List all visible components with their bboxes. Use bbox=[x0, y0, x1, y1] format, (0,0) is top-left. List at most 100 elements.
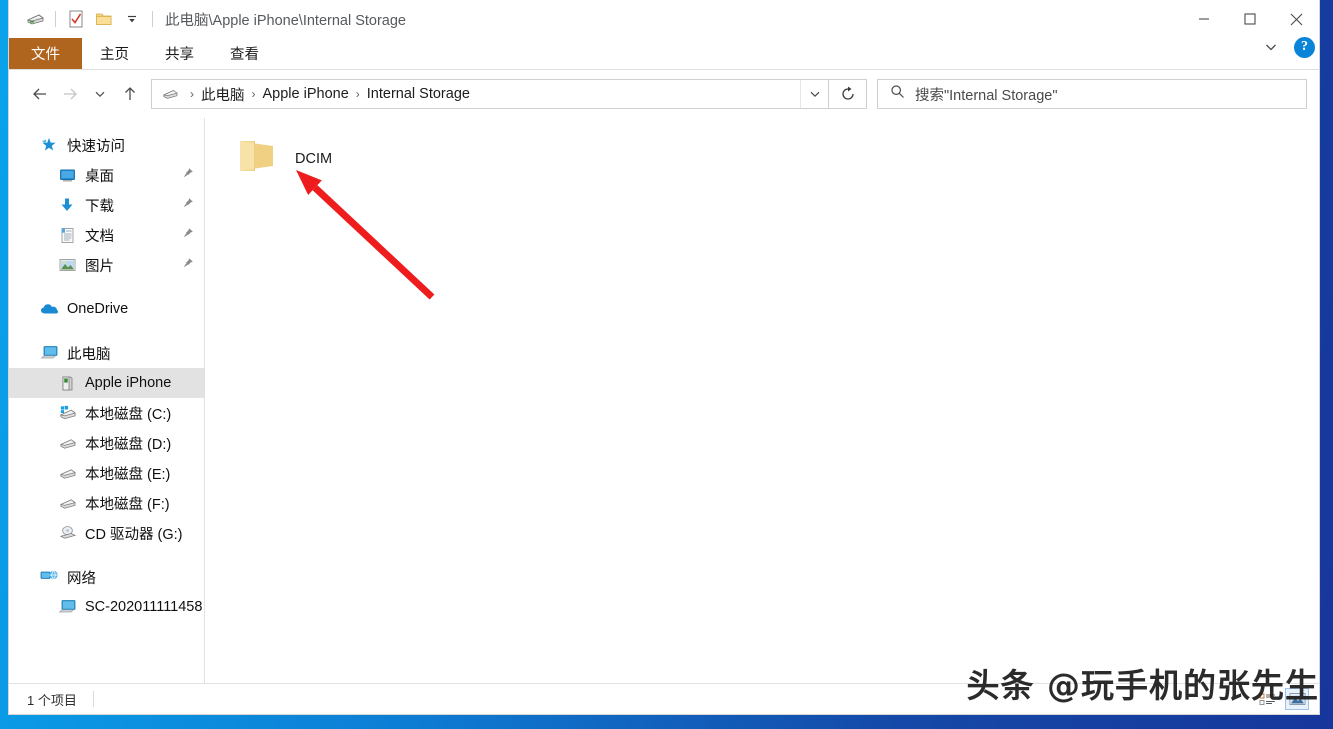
search-box[interactable]: 搜索"Internal Storage" bbox=[877, 79, 1307, 109]
sidebar-item-local-disk-c[interactable]: 本地磁盘 (C:) bbox=[9, 398, 204, 428]
this-pc-icon bbox=[39, 343, 59, 363]
sidebar-label: 此电脑 bbox=[67, 346, 111, 363]
item-count-label: 1 个项目 bbox=[27, 692, 77, 708]
search-input[interactable]: 搜索"Internal Storage" bbox=[915, 84, 1057, 105]
sidebar-item-onedrive[interactable]: OneDrive bbox=[9, 294, 204, 324]
drive-icon bbox=[57, 433, 77, 453]
recent-locations-icon[interactable] bbox=[85, 79, 115, 109]
pin-icon[interactable] bbox=[182, 167, 194, 183]
title-bar: 此电脑\Apple iPhone\Internal Storage bbox=[9, 0, 1319, 38]
pin-icon[interactable] bbox=[182, 257, 194, 273]
tab-share[interactable]: 共享 bbox=[147, 38, 212, 69]
file-explorer-window: 此电脑\Apple iPhone\Internal Storage 文件 主页 … bbox=[9, 0, 1319, 714]
sidebar-item-documents[interactable]: 文档 bbox=[9, 220, 204, 250]
forward-button[interactable] bbox=[55, 79, 85, 109]
qat-separator-2 bbox=[152, 11, 153, 27]
sidebar-label: 图片 bbox=[85, 258, 114, 275]
desktop-icon bbox=[57, 165, 77, 185]
large-icons-view-icon[interactable] bbox=[1285, 688, 1309, 710]
drive-icon bbox=[57, 493, 77, 513]
breadcrumb-item-apple-iphone[interactable]: Apple iPhone bbox=[258, 84, 354, 104]
tab-home[interactable]: 主页 bbox=[82, 38, 147, 69]
onedrive-cloud-icon bbox=[39, 299, 59, 319]
documents-icon bbox=[57, 225, 77, 245]
sidebar-label: 本地磁盘 (C:) bbox=[85, 406, 172, 423]
network-icon bbox=[39, 567, 59, 587]
sidebar-label: 下载 bbox=[85, 198, 114, 215]
pin-icon[interactable] bbox=[182, 197, 194, 213]
sidebar-item-desktop[interactable]: 桌面 bbox=[9, 160, 204, 190]
sidebar-item-local-disk-f[interactable]: 本地磁盘 (F:) bbox=[9, 488, 204, 518]
sidebar-label: 本地磁盘 (F:) bbox=[85, 496, 170, 513]
breadcrumb-item-this-pc[interactable]: 此电脑 bbox=[196, 82, 250, 107]
sidebar-item-cd-drive-g[interactable]: CD 驱动器 (G:) bbox=[9, 518, 204, 548]
navigation-pane[interactable]: 快速访问 桌面 下载 文档 图片 OneDrive 此电脑 Apple iPho… bbox=[9, 118, 205, 683]
folder-icon bbox=[237, 138, 279, 179]
details-view-icon[interactable] bbox=[1255, 688, 1279, 710]
chevron-down-icon[interactable] bbox=[1258, 34, 1284, 60]
breadcrumb-separator[interactable]: › bbox=[354, 87, 362, 101]
pin-icon[interactable] bbox=[182, 227, 194, 243]
sidebar-item-apple-iphone[interactable]: Apple iPhone bbox=[9, 368, 204, 398]
list-item-label: DCIM bbox=[295, 150, 333, 167]
sidebar-label: 本地磁盘 (E:) bbox=[85, 466, 171, 483]
help-button[interactable]: ? bbox=[1294, 36, 1315, 58]
breadcrumb-drive-icon bbox=[160, 84, 180, 104]
tab-file[interactable]: 文件 bbox=[9, 38, 82, 69]
sidebar-item-network-computer[interactable]: SC-202011111458 bbox=[9, 592, 204, 622]
sidebar-label: Apple iPhone bbox=[85, 375, 172, 391]
sidebar-label: 快速访问 bbox=[67, 138, 125, 155]
minimize-button[interactable] bbox=[1181, 0, 1227, 38]
download-icon bbox=[57, 195, 77, 215]
computer-icon bbox=[57, 597, 77, 617]
cd-drive-icon bbox=[57, 523, 77, 543]
breadcrumb-separator[interactable]: › bbox=[188, 87, 196, 101]
maximize-button[interactable] bbox=[1227, 0, 1273, 38]
quick-access-toolbar: 此电脑\Apple iPhone\Internal Storage bbox=[9, 6, 406, 32]
main-split: 快速访问 桌面 下载 文档 图片 OneDrive 此电脑 Apple iPho… bbox=[9, 118, 1319, 683]
sidebar-label: 桌面 bbox=[85, 168, 114, 185]
phone-device-icon bbox=[57, 373, 77, 393]
status-bar: 1 个项目 bbox=[9, 683, 1319, 714]
sidebar-label: 本地磁盘 (D:) bbox=[85, 436, 172, 453]
sidebar-item-network[interactable]: 网络 bbox=[9, 562, 204, 592]
qat-separator-1 bbox=[55, 11, 56, 27]
back-button[interactable] bbox=[25, 79, 55, 109]
file-list-pane[interactable]: DCIM bbox=[205, 118, 1319, 683]
sidebar-item-local-disk-e[interactable]: 本地磁盘 (E:) bbox=[9, 458, 204, 488]
close-button[interactable] bbox=[1273, 0, 1319, 38]
sidebar-label: CD 驱动器 (G:) bbox=[85, 526, 183, 543]
address-bar[interactable]: › 此电脑 › Apple iPhone › Internal Storage bbox=[151, 79, 829, 109]
view-mode-buttons bbox=[1255, 688, 1309, 710]
status-separator bbox=[92, 691, 94, 707]
list-item[interactable]: DCIM bbox=[231, 134, 338, 183]
sidebar-item-pictures[interactable]: 图片 bbox=[9, 250, 204, 280]
new-folder-icon[interactable] bbox=[90, 6, 118, 32]
customize-qat-chevron-icon[interactable] bbox=[118, 6, 146, 32]
ribbon-tab-bar: 文件 主页 共享 查看 ? bbox=[9, 36, 1319, 69]
tab-view[interactable]: 查看 bbox=[212, 38, 277, 69]
window-title-path: 此电脑\Apple iPhone\Internal Storage bbox=[165, 12, 406, 29]
sidebar-item-local-disk-d[interactable]: 本地磁盘 (D:) bbox=[9, 428, 204, 458]
address-bar-row: › 此电脑 › Apple iPhone › Internal Storage bbox=[9, 70, 1319, 118]
system-drive-icon bbox=[57, 403, 77, 423]
drive-icon[interactable] bbox=[21, 6, 49, 32]
search-icon bbox=[890, 84, 905, 104]
up-button[interactable] bbox=[115, 79, 145, 109]
pictures-icon bbox=[57, 255, 77, 275]
sidebar-label: OneDrive bbox=[67, 301, 129, 317]
breadcrumb: › 此电脑 › Apple iPhone › Internal Storage bbox=[152, 82, 800, 107]
sidebar-item-downloads[interactable]: 下载 bbox=[9, 190, 204, 220]
address-dropdown-icon[interactable] bbox=[800, 80, 828, 108]
sidebar-item-this-pc[interactable]: 此电脑 bbox=[9, 338, 204, 368]
refresh-button[interactable] bbox=[829, 79, 867, 109]
properties-icon[interactable] bbox=[62, 6, 90, 32]
drive-icon bbox=[57, 463, 77, 483]
sidebar-item-quick-access[interactable]: 快速访问 bbox=[9, 130, 204, 160]
breadcrumb-separator[interactable]: › bbox=[250, 87, 258, 101]
breadcrumb-item-internal-storage[interactable]: Internal Storage bbox=[362, 84, 475, 104]
sidebar-label: 文档 bbox=[85, 228, 114, 245]
